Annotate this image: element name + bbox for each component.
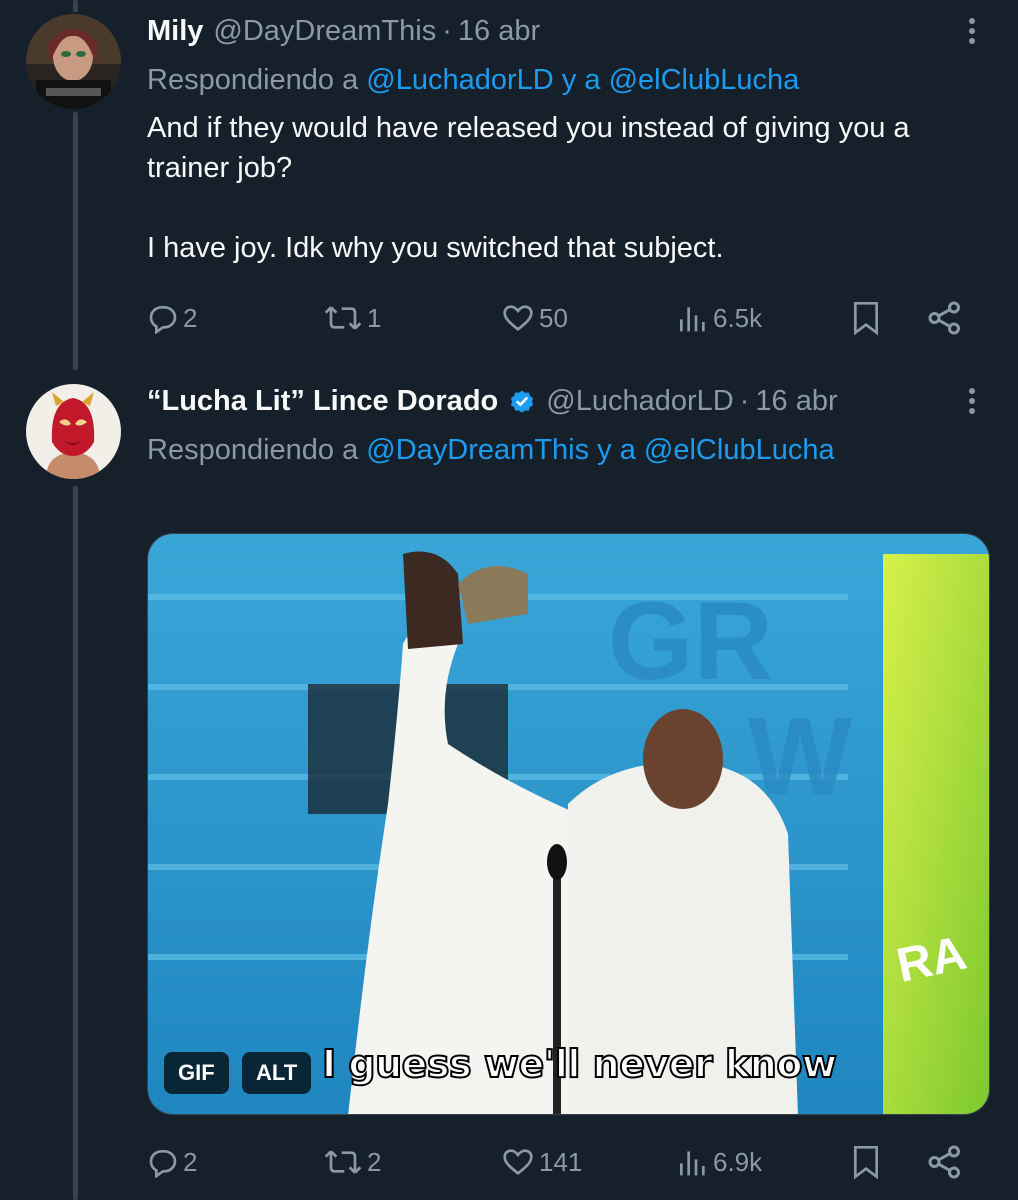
views-icon xyxy=(680,307,705,332)
bookmark-icon xyxy=(854,1146,878,1180)
separator: · xyxy=(442,15,452,47)
reply-button[interactable]: 2 xyxy=(147,1142,197,1182)
reply-count: 2 xyxy=(183,302,198,333)
tweet-text-line: I have joy. Idk why you switched that su… xyxy=(147,232,724,264)
avatar[interactable] xyxy=(26,14,121,109)
gif-badge: GIF xyxy=(164,1052,229,1094)
reply-context: Respondiendo a @LuchadorLD y a @elClubLu… xyxy=(147,60,988,100)
gif-caption: I guess we'll never know xyxy=(321,1041,838,1087)
retweet-count: 1 xyxy=(367,302,382,333)
reply-button[interactable]: 2 xyxy=(147,298,197,338)
tweet-text-line: trainer job? xyxy=(147,152,293,184)
author-handle[interactable]: @LuchadorLD xyxy=(546,382,733,420)
mention-link[interactable]: @elClubLucha xyxy=(609,64,800,96)
like-icon xyxy=(503,1149,533,1176)
views-count: 6.9k xyxy=(713,1146,763,1177)
like-button[interactable]: 50 xyxy=(501,298,568,338)
share-button[interactable] xyxy=(927,298,963,338)
svg-text:GR: GR xyxy=(608,580,773,703)
mention-link[interactable]: @LuchadorLD xyxy=(366,64,553,96)
more-icon[interactable] xyxy=(956,384,988,418)
retweet-button[interactable]: 2 xyxy=(323,1142,381,1182)
more-icon[interactable] xyxy=(956,14,988,48)
reply-joiner: y a xyxy=(561,64,601,96)
mention-link[interactable]: @DayDreamThis xyxy=(366,434,589,466)
timestamp[interactable]: 16 abr xyxy=(458,12,540,50)
tweet-text-line: And if they would have released you inst… xyxy=(147,112,910,144)
views-button[interactable]: 6.9k xyxy=(675,1142,762,1182)
retweet-button[interactable]: 1 xyxy=(323,298,381,338)
views-count: 6.5k xyxy=(713,302,763,333)
avatar-image xyxy=(26,384,121,479)
like-icon xyxy=(503,305,533,332)
author-name[interactable]: Mily xyxy=(147,12,203,50)
action-bar: 2 2 141 6.9k xyxy=(147,1142,968,1182)
retweet-count: 2 xyxy=(367,1146,382,1177)
avatar[interactable] xyxy=(26,384,121,479)
views-icon xyxy=(680,1151,705,1176)
avatar-image xyxy=(26,14,121,109)
mention-link[interactable]: @elClubLucha xyxy=(644,434,835,466)
thread-line xyxy=(73,112,78,370)
like-button[interactable]: 141 xyxy=(501,1142,582,1182)
reply-context: Respondiendo a @DayDreamThis y a @elClub… xyxy=(147,430,988,470)
bookmark-button[interactable] xyxy=(850,1142,882,1182)
tweet-content: Mily @DayDreamThis · 16 abr Respondiendo… xyxy=(147,12,988,268)
reply-icon xyxy=(149,306,177,334)
retweet-icon xyxy=(324,306,362,330)
author-name[interactable]: “Lucha Lit” Lince Dorado xyxy=(147,382,498,420)
views-button[interactable]: 6.5k xyxy=(675,298,762,338)
reply-prefix: Respondiendo a xyxy=(147,434,359,466)
alt-badge[interactable]: ALT xyxy=(242,1052,312,1094)
like-count: 141 xyxy=(539,1146,583,1177)
reply-prefix: Respondiendo a xyxy=(147,64,359,96)
share-button[interactable] xyxy=(927,1142,963,1182)
retweet-icon xyxy=(324,1150,362,1174)
bookmark-button[interactable] xyxy=(850,298,882,338)
bookmark-icon xyxy=(854,302,878,336)
separator: · xyxy=(739,385,750,417)
reply-joiner: y a xyxy=(597,434,636,466)
tweet-header: Mily @DayDreamThis · 16 abr xyxy=(147,12,988,50)
like-count: 50 xyxy=(539,302,568,333)
tweet-header: “Lucha Lit” Lince Dorado @LuchadorLD · 1… xyxy=(147,382,988,420)
action-bar: 2 1 50 6.5k xyxy=(147,298,968,338)
timestamp[interactable]: 16 abr xyxy=(755,382,837,420)
gif-media[interactable]: GR W RA GIF ALT I guess we'll never know xyxy=(147,533,990,1115)
thread-line-bottom xyxy=(73,486,78,1200)
reply-count: 2 xyxy=(183,1146,198,1177)
verified-icon xyxy=(511,390,534,413)
share-icon xyxy=(928,1145,960,1179)
author-handle[interactable]: @DayDreamThis xyxy=(213,12,436,50)
tweet-text: And if they would have released you inst… xyxy=(147,108,988,268)
share-icon xyxy=(928,301,960,335)
gif-frame: GR W RA xyxy=(148,534,989,1114)
reply-icon xyxy=(149,1150,177,1178)
tweet-content: “Lucha Lit” Lince Dorado @LuchadorLD · 1… xyxy=(147,382,988,470)
thread-line-top xyxy=(73,0,78,12)
